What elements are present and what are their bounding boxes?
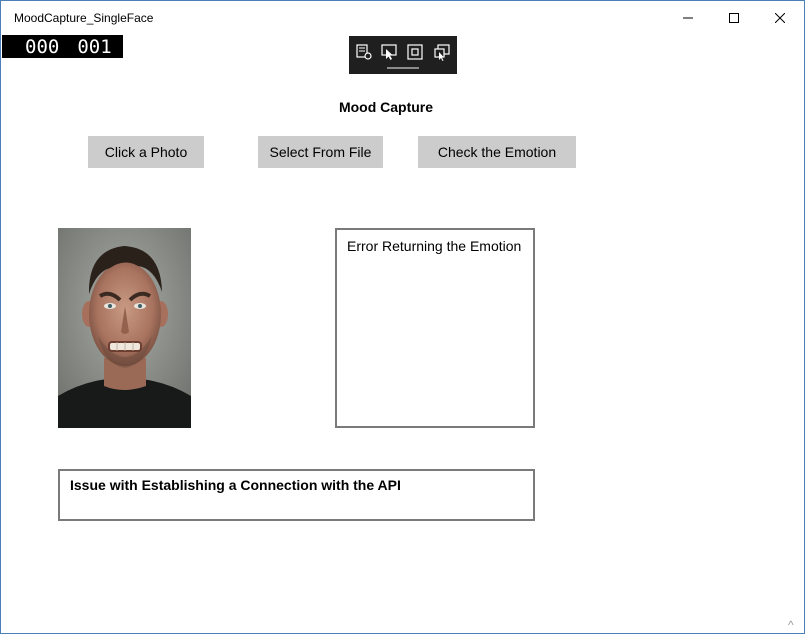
status-message-text: Issue with Establishing a Connection wit… [70, 477, 401, 493]
scroll-up-indicator[interactable]: ^ [788, 618, 794, 632]
select-from-file-button[interactable]: Select From File [258, 136, 383, 168]
maximize-icon [729, 13, 739, 23]
layout-bounds-icon[interactable] [406, 43, 424, 61]
close-button[interactable] [757, 1, 803, 35]
face-photo [58, 228, 191, 428]
select-element-icon[interactable] [355, 43, 373, 61]
emotion-result-box: Error Returning the Emotion [335, 228, 535, 428]
emotion-result-text: Error Returning the Emotion [347, 238, 522, 254]
click-photo-button[interactable]: Click a Photo [88, 136, 204, 168]
captured-face-image [58, 228, 191, 428]
frame-counter-right: 001 [77, 35, 112, 58]
minimize-icon [683, 17, 693, 19]
frame-counter-left: 000 [25, 35, 60, 58]
check-emotion-button[interactable]: Check the Emotion [418, 136, 576, 168]
debug-toolbar [349, 36, 457, 74]
maximize-button[interactable] [711, 1, 757, 35]
toolbar-drag-handle[interactable] [387, 67, 419, 69]
close-icon [775, 13, 785, 23]
minimize-button[interactable] [665, 1, 711, 35]
window-title: MoodCapture_SingleFace [14, 11, 154, 25]
select-pointer-icon[interactable] [380, 43, 398, 61]
live-preview-icon[interactable] [433, 43, 451, 61]
status-message-box: Issue with Establishing a Connection wit… [58, 469, 535, 521]
frame-rate-counter: 000 001 [2, 35, 123, 58]
page-title: Mood Capture [338, 99, 434, 115]
app-window: MoodCapture_SingleFace 000 001 Mood Capt… [0, 0, 805, 634]
title-bar[interactable]: MoodCapture_SingleFace [1, 1, 804, 35]
